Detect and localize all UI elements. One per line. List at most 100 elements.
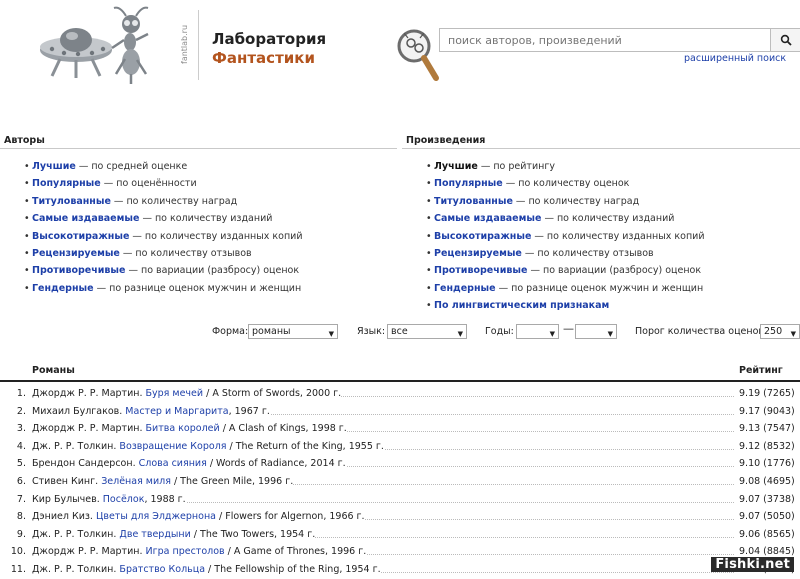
row-work: Михаил Булгаков. Мастер и Маргарита, 196… [32,403,270,421]
row-title-link[interactable]: Цветы для Элджернона [96,511,216,522]
rating-category-link[interactable]: Лучшие [434,161,478,172]
rating-category-link[interactable]: Гендерные [434,283,496,294]
list-item: • Рецензируемые — по количеству отзывов [426,247,705,264]
row-title-link[interactable]: Посёлок [103,494,145,505]
search-button[interactable] [771,28,800,52]
rating-category-link[interactable]: Противоречивые [434,265,527,276]
rating-category-link[interactable]: Рецензируемые [32,248,120,259]
bullet-icon: • [426,247,432,259]
row-rating: 9.19 (7265) [739,385,795,403]
language-select-value: все [391,326,408,337]
row-title-link[interactable]: Мастер и Маргарита [125,406,228,417]
chevron-down-icon: ▼ [328,330,334,338]
table-row: 11. Дж. Р. Р. Толкин. Братство Кольца / T… [0,561,800,579]
rating-category-link[interactable]: Высокотиражные [434,231,531,242]
rating-category-link[interactable]: Противоречивые [32,265,125,276]
authors-list: • Лучшие — по средней оценке • Популярные —… [24,160,303,299]
column-header-rating[interactable]: Рейтинг [739,365,783,376]
header-divider [198,10,199,80]
rating-category-link[interactable]: Высокотиражные [32,231,129,242]
column-header-novels[interactable]: Романы [32,365,75,376]
bullet-icon: • [426,178,432,190]
list-item: • Самые издаваемые — по количеству издани… [24,212,303,229]
rating-category-link[interactable]: Титулованные [434,196,513,207]
table-row: 4. Дж. Р. Р. Толкин. Возвращение Короля /… [0,437,800,456]
rating-category-description: — по количеству наград [110,195,238,207]
row-title-link[interactable]: Слова сияния [139,458,207,469]
works-heading: Произведения [406,135,486,146]
rating-category-description: — по рейтингу [477,161,555,172]
row-rating: 9.17 (9043) [739,402,795,421]
form-select[interactable]: романы ▼ [248,324,338,339]
row-work: Джордж Р. Р. Мартин. Игра престолов / A … [32,543,367,561]
row-title-link[interactable]: Буря мечей [146,388,204,399]
rating-category-description: — по количеству отзывов [119,247,252,259]
row-title-link[interactable]: Две твердыни [119,529,190,540]
rating-category-description: — по разнице оценок мужчин и женщин [93,282,302,294]
rating-category-link[interactable]: Самые издаваемые [434,213,541,224]
bullet-icon: • [24,282,30,294]
rating-category-description: — по количеству изданных копий [531,230,705,242]
authors-rule [0,148,397,149]
row-work: Джордж Р. Р. Мартин. Битва королей / A C… [32,420,347,438]
table-row: 7. Кир Булычев. Посёлок, 1988 г. 9.07 (373… [0,490,800,509]
years-range-dash: — [563,322,574,335]
row-author: Джордж Р. Р. Мартин. [32,546,146,558]
rating-category-description: — по средней оценке [75,161,188,172]
rating-category-link[interactable]: Лучшие [32,161,76,172]
advanced-search-link[interactable]: расширенный поиск [684,53,786,64]
language-filter-label: Язык: [357,326,386,337]
row-details: / The Green Mile, 1996 г. [170,476,294,487]
years-from-select[interactable]: ▼ [516,324,559,339]
bullet-icon: • [426,195,432,207]
bullet-icon: • [24,265,30,277]
rating-category-link[interactable]: Титулованные [32,196,111,207]
bullet-icon: • [24,247,30,259]
rating-category-link[interactable]: Популярные [434,178,503,189]
threshold-select[interactable]: 250 ▼ [760,324,800,339]
site-title-line2[interactable]: Фантастики [212,49,315,67]
list-item: • По лингвистическим признакам [426,299,705,316]
authors-heading: Авторы [4,135,45,146]
row-rating: 9.07 (5050) [739,508,795,526]
row-details: , 1988 г. [144,493,186,505]
chevron-down-icon: ▼ [790,330,796,338]
row-title-link[interactable]: Братство Кольца [119,564,205,575]
years-to-select[interactable]: ▼ [575,324,617,339]
row-title-link[interactable]: Битва королей [146,423,220,434]
row-details: / The Two Towers, 1954 г. [190,528,316,540]
row-rank: 11. [10,564,26,575]
fantlab-logo[interactable] [38,4,188,88]
list-item: • Титулованные — по количеству наград [426,195,705,212]
bullet-icon: • [426,230,432,242]
bullet-icon: • [24,230,30,242]
row-details: / The Fellowship of the Ring, 1954 г. [205,564,381,575]
search-input[interactable] [439,28,771,52]
table-header-rule [0,380,800,382]
list-item: • Противоречивые — по вариации (разбросу)… [24,264,303,281]
row-rating: 9.08 (4695) [739,473,795,491]
rating-category-link[interactable]: Самые издаваемые [32,213,139,224]
language-select[interactable]: все ▼ [387,324,467,339]
chevron-down-icon: ▼ [549,330,555,338]
row-title-link[interactable]: Игра престолов [146,546,225,557]
row-work: Дэниел Киз. Цветы для Элджернона / Flowe… [32,508,365,526]
threshold-filter-label: Порог количества оценок: [635,326,768,337]
rating-category-description: — по количеству изданных копий [129,230,303,242]
row-work: Стивен Кинг. Зелёная миля / The Green Mi… [32,473,294,491]
rating-category-link[interactable]: По лингвистическим признакам [434,300,609,311]
row-title-link[interactable]: Зелёная миля [101,476,171,487]
table-row: 5. Брендон Сандерсон. Слова сияния / Word… [0,455,800,473]
row-details: / A Storm of Swords, 2000 г. [203,388,342,399]
list-item: • Титулованные — по количеству наград [24,195,303,212]
rating-category-link[interactable]: Популярные [32,178,101,189]
row-rank: 9. [16,528,26,540]
row-details: / Words of Radiance, 2014 г. [206,458,346,470]
bullet-icon: • [426,300,432,312]
rating-category-link[interactable]: Рецензируемые [434,248,522,259]
row-author: Михаил Булгаков. [32,405,126,417]
row-title-link[interactable]: Возвращение Короля [119,441,226,452]
site-title-line1[interactable]: Лаборатория [212,30,326,48]
rating-category-link[interactable]: Гендерные [32,283,94,294]
bullet-icon: • [24,195,30,207]
